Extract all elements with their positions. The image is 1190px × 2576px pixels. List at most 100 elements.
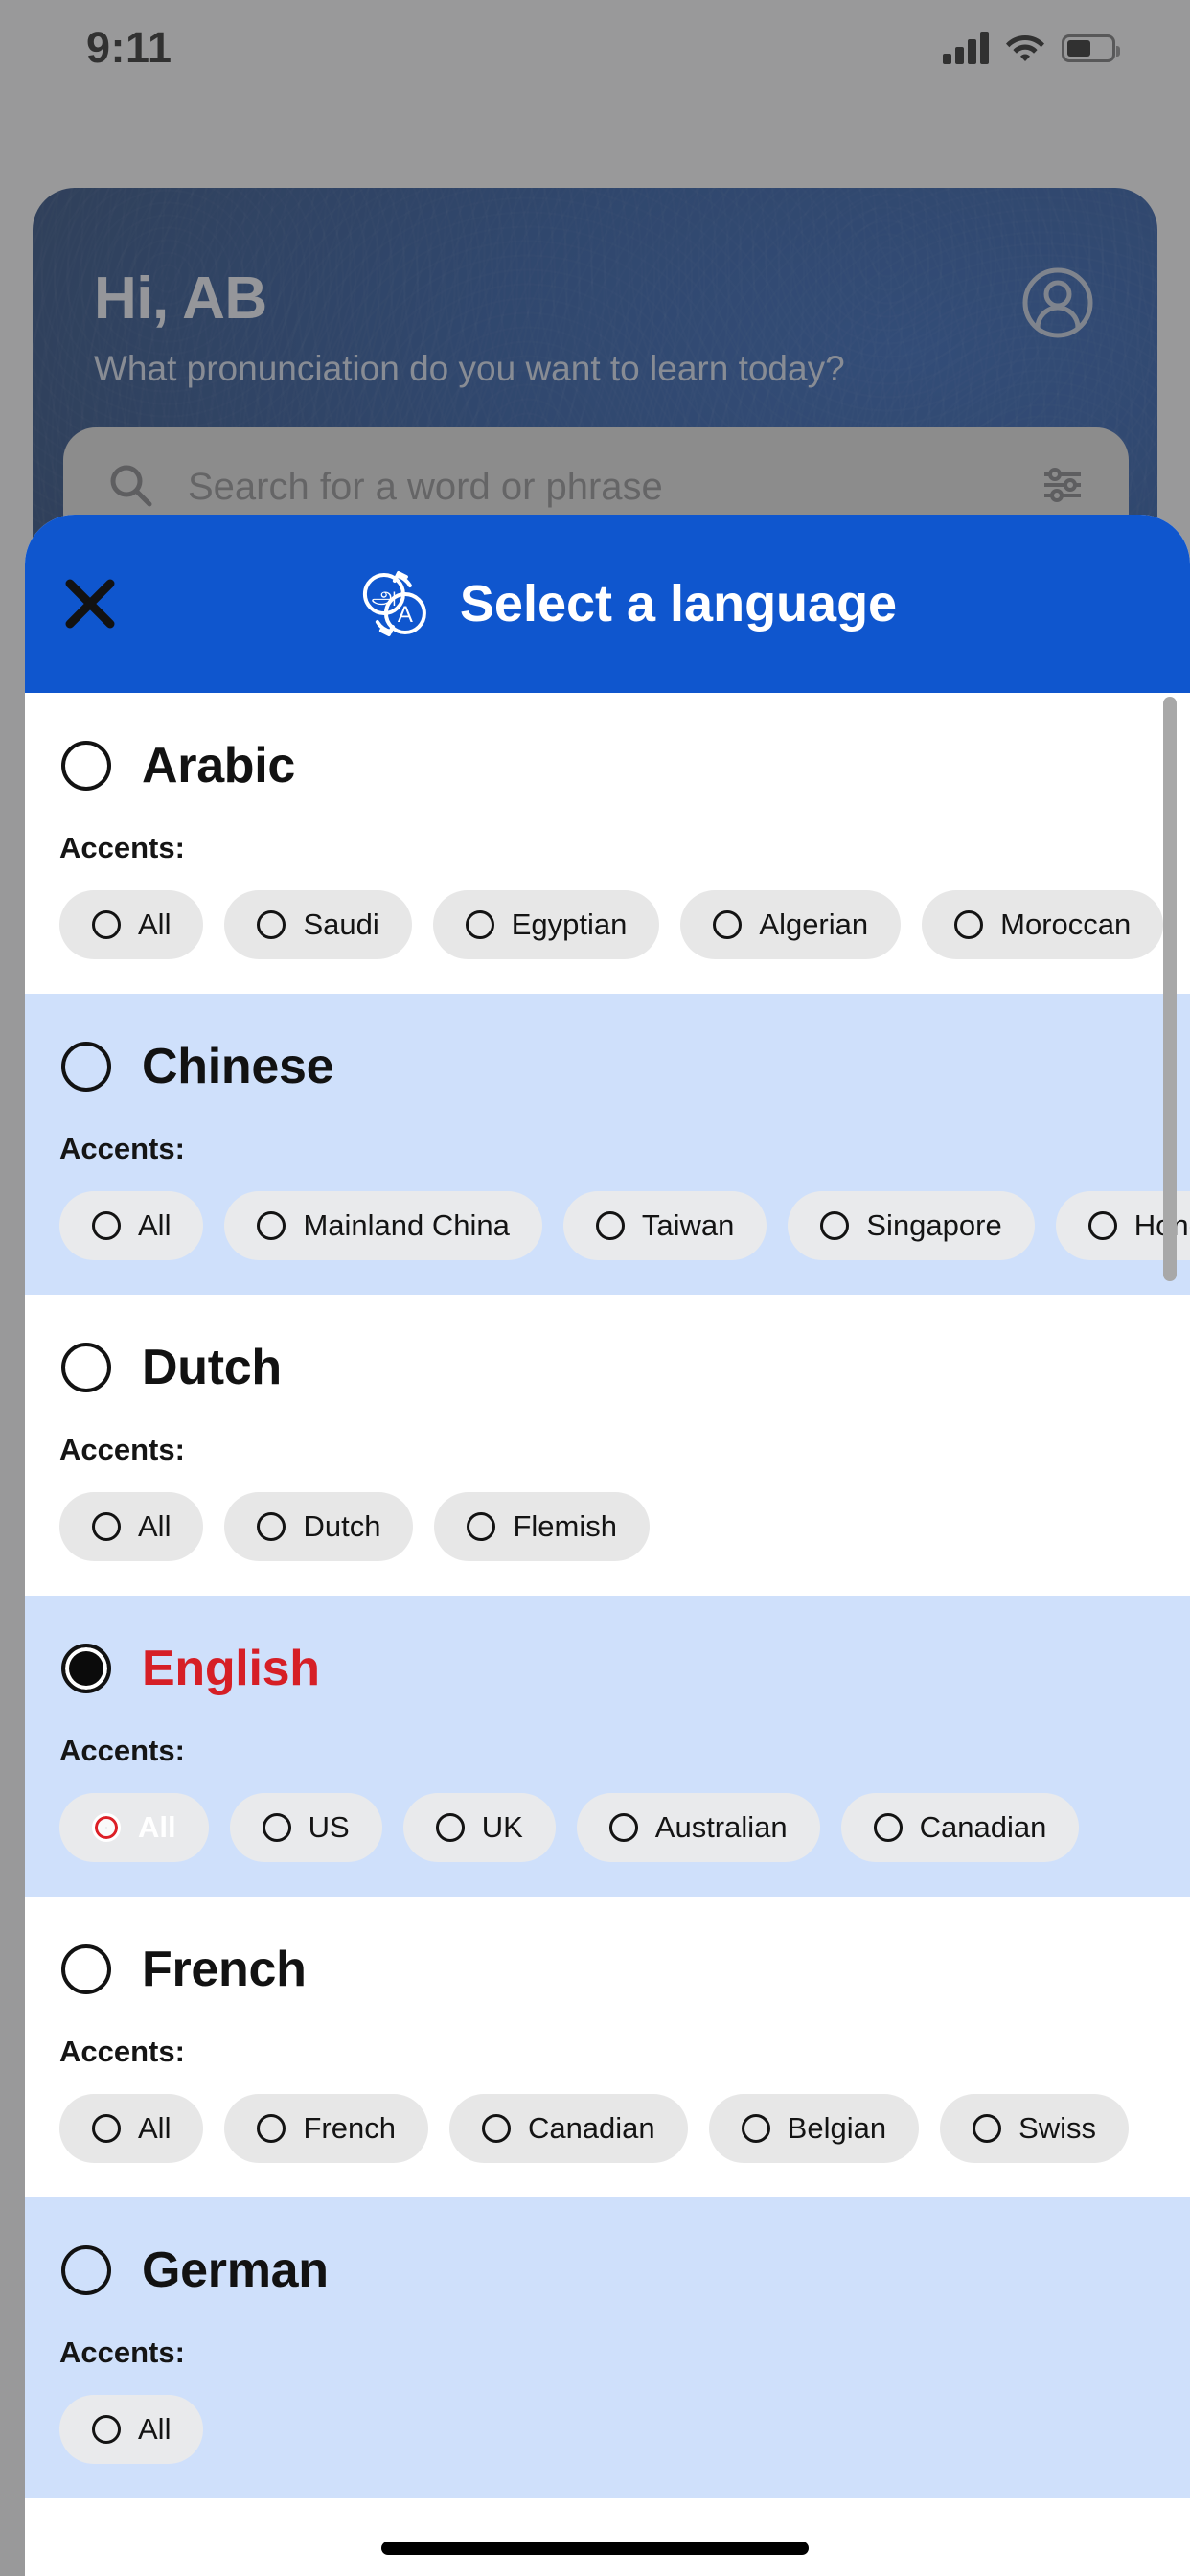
accent-chip[interactable]: Egyptian <box>432 890 660 959</box>
accent-chips-row[interactable]: All Saudi Egyptian Algerian Moroccan <box>25 890 1190 959</box>
accent-chip[interactable]: Moroccan <box>922 890 1164 959</box>
accent-chip[interactable]: Dutch <box>224 1492 414 1561</box>
accent-label-text: US <box>308 1810 350 1844</box>
phone-screen: 9:11 Hi, AB What pronunciation do you wa… <box>0 0 1190 2576</box>
accent-radio[interactable] <box>257 2114 286 2143</box>
accent-radio[interactable] <box>257 910 286 939</box>
accent-radio[interactable] <box>92 2114 121 2143</box>
accent-radio[interactable] <box>257 1512 286 1541</box>
accent-label-text: Australian <box>654 1810 788 1844</box>
accent-label-text: All <box>138 2412 172 2446</box>
accent-radio[interactable] <box>481 2114 511 2143</box>
accent-chips-row[interactable]: All French Canadian Belgian Swiss <box>25 2094 1190 2163</box>
accent-chip[interactable]: French <box>224 2094 428 2163</box>
accent-chip[interactable]: Saudi <box>224 890 412 959</box>
language-section[interactable]: Dutch Accents: All Dutch Flemish <box>25 1295 1190 1596</box>
svg-text:A: A <box>398 602 413 628</box>
accent-chip[interactable]: Canadian <box>840 1793 1080 1862</box>
accent-chips-row[interactable]: All <box>25 2395 1190 2464</box>
accent-radio[interactable] <box>92 910 121 939</box>
accent-chip[interactable]: UK <box>402 1793 556 1862</box>
translate-icon: அ A <box>353 563 435 645</box>
accent-chip[interactable]: Canadian <box>448 2094 688 2163</box>
accent-radio[interactable] <box>820 1211 850 1240</box>
language-row-english[interactable]: English <box>25 1640 1190 1697</box>
accent-label-text: Taiwan <box>641 1208 735 1242</box>
accent-label-text: Canadian <box>919 1810 1047 1844</box>
accent-label-text: All <box>138 1208 172 1242</box>
accent-chip[interactable]: All <box>59 1492 204 1561</box>
language-radio[interactable] <box>61 2245 111 2295</box>
language-name: German <box>142 2242 329 2298</box>
language-name: French <box>142 1942 307 1997</box>
language-list[interactable]: Arabic Accents: All Saudi Egyptian Algerian Mo… <box>25 693 1190 2576</box>
language-section[interactable]: English Accents: All US UK Australian Canadian <box>25 1596 1190 1897</box>
accent-chip[interactable]: Singapore <box>788 1191 1035 1260</box>
modal-header: அ A Select a language <box>25 515 1190 693</box>
accent-radio[interactable] <box>262 1813 291 1842</box>
language-radio[interactable] <box>61 1644 111 1693</box>
accent-radio[interactable] <box>595 1211 625 1240</box>
accent-chip[interactable]: Taiwan <box>562 1191 767 1260</box>
language-row-chinese[interactable]: Chinese <box>25 1038 1190 1095</box>
language-row-dutch[interactable]: Dutch <box>25 1339 1190 1396</box>
accent-chip[interactable]: Mainland China <box>224 1191 542 1260</box>
close-icon[interactable] <box>48 562 132 646</box>
accent-radio[interactable] <box>465 910 494 939</box>
accent-radio[interactable] <box>92 2415 121 2444</box>
accent-chips-row[interactable]: All Mainland China Taiwan Singapore Hong Kon… <box>25 1191 1190 1260</box>
accent-radio[interactable] <box>257 1211 286 1240</box>
language-section[interactable]: French Accents: All French Canadian Belgian Sw… <box>25 1897 1190 2197</box>
accent-chip[interactable]: US <box>229 1793 382 1862</box>
accent-label-text: Canadian <box>527 2111 655 2145</box>
language-radio[interactable] <box>61 1343 111 1392</box>
accents-label: Accents: <box>59 1132 185 1165</box>
accent-radio[interactable] <box>873 1813 903 1842</box>
language-row-german[interactable]: German <box>25 2242 1190 2299</box>
accent-chip[interactable]: Algerian <box>680 890 902 959</box>
accent-label-text: Flemish <box>513 1509 617 1543</box>
accent-chip[interactable]: All <box>59 2094 204 2163</box>
accents-label: Accents: <box>59 1734 185 1767</box>
accent-chip[interactable]: Australian <box>576 1793 820 1862</box>
language-row-french[interactable]: French <box>25 1941 1190 1998</box>
accent-radio[interactable] <box>92 1211 121 1240</box>
accent-radio[interactable] <box>92 1813 121 1842</box>
accent-label-text: Algerian <box>759 908 869 941</box>
language-name: Chinese <box>142 1039 334 1094</box>
select-language-modal: அ A Select a language Arabic Accents: All S… <box>25 515 1190 2576</box>
language-radio[interactable] <box>61 741 111 791</box>
accent-chip[interactable]: All <box>59 1191 204 1260</box>
accents-label: Accents: <box>59 1433 185 1466</box>
language-section[interactable]: German Accents: All <box>25 2197 1190 2498</box>
language-section[interactable]: Arabic Accents: All Saudi Egyptian Algerian Mo… <box>25 693 1190 994</box>
accent-chip[interactable]: All <box>59 890 204 959</box>
accent-radio[interactable] <box>467 1512 496 1541</box>
accent-chip[interactable]: Belgian <box>708 2094 920 2163</box>
language-radio[interactable] <box>61 1944 111 1994</box>
accent-radio[interactable] <box>954 910 984 939</box>
accent-radio[interactable] <box>713 910 743 939</box>
accent-chip[interactable]: All <box>59 1793 209 1862</box>
accent-radio[interactable] <box>973 2114 1002 2143</box>
accent-label-text: Egyptian <box>511 908 628 941</box>
language-section[interactable]: Chinese Accents: All Mainland China Taiwan Si… <box>25 994 1190 1295</box>
accent-chip[interactable]: Swiss <box>940 2094 1130 2163</box>
accent-chip[interactable]: All <box>59 2395 204 2464</box>
accent-label-text: Swiss <box>1018 2111 1097 2145</box>
accent-chip[interactable]: Flemish <box>434 1492 650 1561</box>
list-scrollbar[interactable] <box>1163 697 1177 1281</box>
accent-label-text: Singapore <box>866 1208 1002 1242</box>
home-indicator <box>381 2542 809 2555</box>
accent-chips-row[interactable]: All Dutch Flemish <box>25 1492 1190 1561</box>
accent-radio[interactable] <box>741 2114 770 2143</box>
language-radio[interactable] <box>61 1042 111 1092</box>
language-row-arabic[interactable]: Arabic <box>25 737 1190 794</box>
accent-radio[interactable] <box>608 1813 638 1842</box>
accent-radio[interactable] <box>1087 1211 1117 1240</box>
accent-chips-row[interactable]: All US UK Australian Canadian <box>25 1793 1190 1862</box>
accent-radio[interactable] <box>92 1512 121 1541</box>
accent-radio[interactable] <box>435 1813 465 1842</box>
svg-text:அ: அ <box>372 582 398 609</box>
accent-label-text: Hong Kong <box>1133 1208 1190 1242</box>
